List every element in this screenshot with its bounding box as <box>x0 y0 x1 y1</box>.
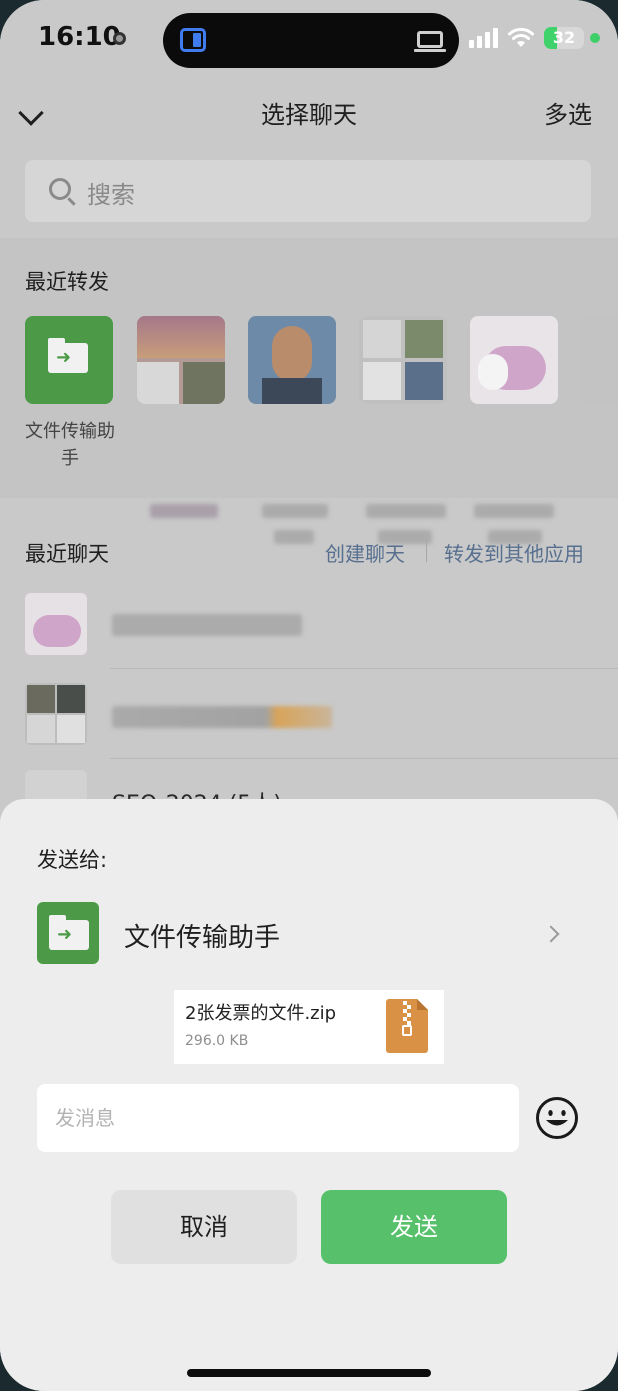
dynamic-island <box>163 13 459 68</box>
recent-chats-title: 最近聊天 <box>25 542 109 566</box>
page-title: 选择聊天 <box>261 101 357 129</box>
battery-level: 32 <box>552 28 576 47</box>
target-name[interactable]: 文件传输助手 <box>124 917 280 954</box>
file-name: 2张发票的文件.zip <box>185 1003 337 1024</box>
search-placeholder: 搜索 <box>87 181 135 209</box>
recent-forward-item[interactable] <box>470 316 558 404</box>
folder-arrow-icon: ➜ <box>48 338 88 373</box>
recent-forward-title: 最近转发 <box>25 270 109 294</box>
recent-forward-section: 最近转发 ➜ 文件传输助手 <box>0 238 618 544</box>
send-button[interactable]: 发送 <box>321 1190 507 1264</box>
recent-forward-item[interactable] <box>248 316 336 404</box>
location-icon <box>113 32 126 45</box>
laptop-icon <box>414 31 446 52</box>
search-bar[interactable]: 搜索 <box>25 160 591 222</box>
battery-charging-icon: 32 <box>544 27 584 49</box>
folder-arrow-icon: ➜ <box>49 915 89 950</box>
home-indicator[interactable] <box>187 1369 431 1377</box>
search-icon <box>49 178 71 200</box>
status-time: 16:10 <box>38 22 121 52</box>
forward-to-other-apps-link[interactable]: 转发到其他应用 <box>444 538 584 567</box>
file-size: 296.0 KB <box>185 1033 249 1049</box>
screen-share-icon <box>180 28 206 52</box>
phone-screen: 16:10 32 选择聊天 多选 搜索 最近转发 ➜ 文件传输助手 最近聊天 创… <box>0 0 618 1391</box>
chat-avatar[interactable] <box>25 593 87 655</box>
recent-forward-item[interactable] <box>359 316 447 404</box>
recent-forward-item[interactable] <box>137 316 225 404</box>
cancel-button[interactable]: 取消 <box>111 1190 297 1264</box>
chat-separator <box>110 668 618 669</box>
message-input[interactable] <box>37 1084 519 1152</box>
privacy-indicator-dot <box>590 33 600 43</box>
recent-forward-label: 文件传输助手 <box>25 421 115 469</box>
recent-forward-item[interactable] <box>581 316 618 404</box>
smiley-icon[interactable] <box>535 1096 579 1140</box>
status-bar: 16:10 32 <box>0 0 618 78</box>
send-to-label: 发送给: <box>37 848 108 872</box>
zip-archive-icon <box>386 999 428 1053</box>
create-chat-link[interactable]: 创建聊天 <box>325 538 405 567</box>
multi-select-button[interactable]: 多选 <box>544 95 592 130</box>
file-attachment-card[interactable]: 2张发票的文件.zip 296.0 KB <box>174 990 444 1064</box>
cellular-signal-icon <box>469 28 499 48</box>
send-to-sheet: 发送给: ➜ 文件传输助手 2张发票的文件.zip 296.0 KB 发消息 取… <box>0 799 618 1391</box>
wifi-icon <box>508 27 534 47</box>
recent-chats-section: 最近聊天 创建聊天 转发到其他应用 SEO-2024 (5人) <box>0 518 618 832</box>
chat-avatar[interactable] <box>25 683 87 745</box>
link-divider <box>426 540 427 562</box>
chevron-right-icon[interactable] <box>542 925 560 943</box>
target-avatar: ➜ <box>37 902 99 964</box>
chat-separator <box>110 758 618 759</box>
recent-forward-item-file-transfer[interactable]: ➜ <box>25 316 113 404</box>
